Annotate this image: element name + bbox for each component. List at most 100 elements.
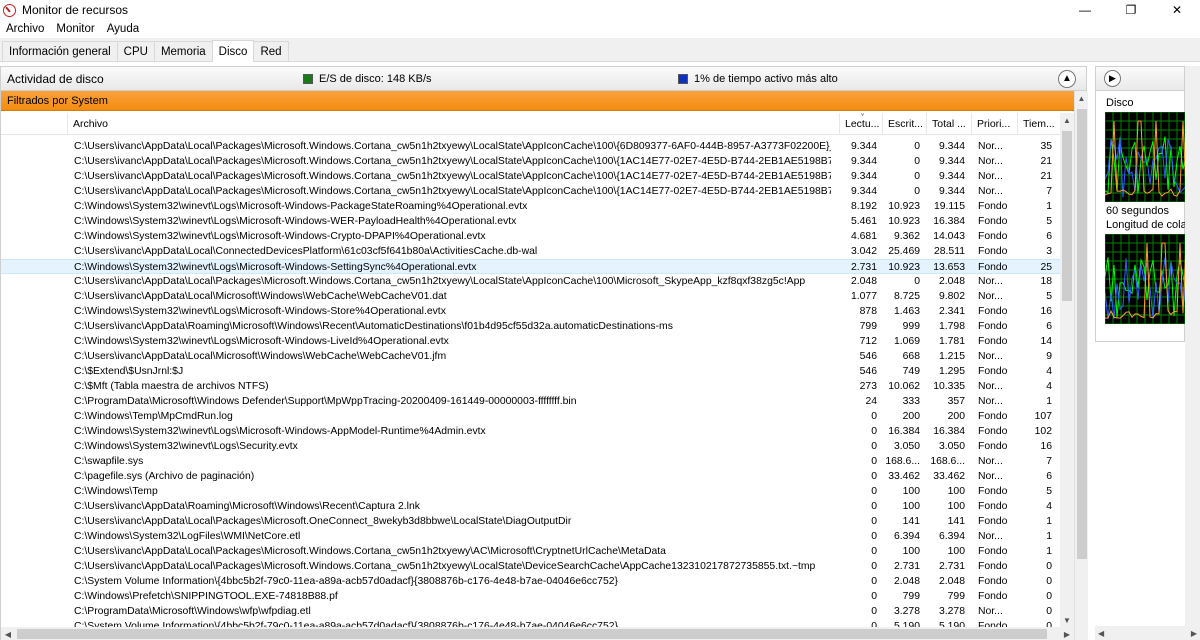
chevron-right-icon[interactable]: ▶ bbox=[1104, 70, 1121, 87]
disk-activity-header[interactable]: Actividad de disco E/S de disco: 148 KB/… bbox=[1, 67, 1086, 91]
table-row[interactable]: C:\System Volume Information\{4bbc5b2f-7… bbox=[1, 619, 1074, 627]
table-row[interactable]: C:\Windows\Temp 0 100 100 Fondo 5 bbox=[1, 484, 1074, 499]
scroll-down-icon[interactable]: ▼ bbox=[1060, 613, 1074, 627]
cell-archivo: C:\Windows\System32\winevt\Logs\Microsof… bbox=[74, 426, 486, 437]
column-lectura[interactable]: ∨ Lectu... bbox=[839, 113, 882, 135]
table-row[interactable]: C:\Users\ivanc\AppData\Local\Packages\Mi… bbox=[1, 514, 1074, 529]
table-row[interactable]: C:\Windows\System32\winevt\Logs\Microsof… bbox=[1, 304, 1074, 319]
cell-escritura: 799 bbox=[902, 591, 920, 602]
scroll-up-icon[interactable]: ▲ bbox=[1060, 113, 1074, 127]
cell-archivo: C:\Windows\System32\winevt\Logs\Microsof… bbox=[74, 231, 486, 242]
table-row[interactable]: C:\Windows\System32\winevt\Logs\Microsof… bbox=[1, 259, 1074, 274]
table-row[interactable]: C:\swapfile.sys 0 168.6... 168.6... Nor... 7 bbox=[1, 454, 1074, 469]
table-header: Archivo ∨ Lectu... Escrit... Total ... Pr… bbox=[1, 113, 1074, 135]
table-row[interactable]: C:\Windows\System32\winevt\Logs\Microsof… bbox=[1, 199, 1074, 214]
table-row[interactable]: C:\Users\ivanc\AppData\Local\Packages\Mi… bbox=[1, 154, 1074, 169]
table-row[interactable]: C:\Windows\System32\winevt\Logs\Microsof… bbox=[1, 334, 1074, 349]
column-prioridad[interactable]: Priori... bbox=[971, 113, 1017, 135]
table-row[interactable]: C:\pagefile.sys (Archivo de paginación) 0… bbox=[1, 469, 1074, 484]
active-time-swatch bbox=[678, 73, 688, 84]
cell-total: 1.781 bbox=[938, 336, 965, 347]
cell-lectura: 799 bbox=[859, 321, 877, 332]
horizontal-scroll-thumb[interactable] bbox=[17, 629, 1047, 639]
right-scroll-left-icon[interactable]: ◀ bbox=[1098, 629, 1104, 638]
cell-escritura: 9.362 bbox=[893, 231, 920, 242]
column-escritura[interactable]: Escrit... bbox=[882, 113, 926, 135]
cell-escritura: 5.190 bbox=[893, 621, 920, 627]
panel-scroll-up-icon[interactable]: ▲ bbox=[1075, 91, 1088, 105]
tab-memoria[interactable]: Memoria bbox=[153, 41, 213, 61]
column-archivo[interactable]: Archivo bbox=[67, 113, 839, 135]
table-row[interactable]: C:\Users\ivanc\AppData\Roaming\Microsoft… bbox=[1, 499, 1074, 514]
table-row[interactable]: C:\Windows\System32\LogFiles\WMI\NetCore… bbox=[1, 529, 1074, 544]
right-panel-horizontal-scrollbar[interactable]: ◀ ▶ bbox=[1095, 626, 1200, 640]
panel-vertical-scrollbar[interactable]: ▲ bbox=[1074, 91, 1088, 640]
scroll-left-icon[interactable]: ◀ bbox=[1, 627, 15, 640]
table-row[interactable]: C:\$Mft (Tabla maestra de archivos NTFS)… bbox=[1, 379, 1074, 394]
column-tiempo[interactable]: Tiem... bbox=[1017, 113, 1060, 135]
table-row[interactable]: C:\Windows\Prefetch\SNIPPINGTOOL.EXE-748… bbox=[1, 589, 1074, 604]
tab-disco[interactable]: Disco bbox=[211, 40, 255, 62]
table-row[interactable]: C:\System Volume Information\{4bbc5b2f-7… bbox=[1, 574, 1074, 589]
cell-lectura: 3.042 bbox=[850, 246, 877, 257]
disk-activity-table: Archivo ∨ Lectu... Escrit... Total ... Pr… bbox=[1, 113, 1074, 627]
cell-tiempo: 6 bbox=[1046, 231, 1052, 242]
tab-cpu[interactable]: CPU bbox=[116, 41, 155, 61]
column-checkbox[interactable] bbox=[1, 113, 67, 135]
cell-total: 1.798 bbox=[938, 321, 965, 332]
cell-archivo: C:\$Extend\$UsnJrnl:$J bbox=[74, 366, 184, 377]
chevron-up-icon[interactable]: ▲ bbox=[1058, 69, 1076, 88]
table-row[interactable]: C:\Users\ivanc\AppData\Local\Packages\Mi… bbox=[1, 274, 1074, 289]
column-total[interactable]: Total ... bbox=[926, 113, 971, 135]
table-row[interactable]: C:\Users\ivanc\AppData\Local\Microsoft\W… bbox=[1, 289, 1074, 304]
menu-monitor[interactable]: Monitor bbox=[50, 23, 100, 35]
table-row[interactable]: C:\Users\ivanc\AppData\Local\ConnectedDe… bbox=[1, 244, 1074, 259]
table-row[interactable]: C:\Windows\System32\winevt\Logs\Security… bbox=[1, 439, 1074, 454]
table-row[interactable]: C:\ProgramData\Microsoft\Windows\wfp\wfp… bbox=[1, 604, 1074, 619]
cell-lectura: 273 bbox=[859, 381, 877, 392]
cell-escritura: 33.462 bbox=[888, 471, 920, 482]
table-scroll-thumb[interactable] bbox=[1062, 131, 1072, 301]
title-bar: Monitor de recursos — ❐ ✕ bbox=[0, 0, 1200, 20]
cell-prioridad: Nor... bbox=[978, 351, 1003, 362]
table-row[interactable]: C:\Users\ivanc\AppData\Local\Packages\Mi… bbox=[1, 544, 1074, 559]
table-row[interactable]: C:\Windows\System32\winevt\Logs\Microsof… bbox=[1, 424, 1074, 439]
table-row[interactable]: C:\$Extend\$UsnJrnl:$J 546 749 1.295 Fondo 4 bbox=[1, 364, 1074, 379]
menu-archivo[interactable]: Archivo bbox=[0, 23, 50, 35]
right-scroll-right-icon[interactable]: ▶ bbox=[1191, 629, 1197, 638]
cell-lectura: 0 bbox=[871, 546, 877, 557]
table-row[interactable]: C:\Users\ivanc\AppData\Local\Packages\Mi… bbox=[1, 559, 1074, 574]
table-row[interactable]: C:\Windows\System32\winevt\Logs\Microsof… bbox=[1, 214, 1074, 229]
tab-red[interactable]: Red bbox=[253, 41, 289, 61]
cell-archivo: C:\System Volume Information\{4bbc5b2f-7… bbox=[74, 576, 618, 587]
table-row[interactable]: C:\Users\ivanc\AppData\Local\Microsoft\W… bbox=[1, 349, 1074, 364]
cell-lectura: 24 bbox=[865, 396, 877, 407]
table-row[interactable]: C:\Users\ivanc\AppData\Local\Packages\Mi… bbox=[1, 184, 1074, 199]
right-panel-scrollbar[interactable] bbox=[1185, 66, 1200, 626]
close-button[interactable]: ✕ bbox=[1154, 0, 1200, 20]
tab-bar: Información general CPU Memoria Disco Re… bbox=[0, 38, 1200, 62]
scroll-right-icon[interactable]: ▶ bbox=[1060, 627, 1074, 640]
tab-informacion-general[interactable]: Información general bbox=[2, 41, 118, 61]
cell-prioridad: Fondo bbox=[978, 262, 1008, 273]
table-row[interactable]: C:\ProgramData\Microsoft\Windows Defende… bbox=[1, 394, 1074, 409]
cell-lectura: 0 bbox=[871, 591, 877, 602]
cell-archivo: C:\Users\ivanc\AppData\Local\Packages\Mi… bbox=[74, 171, 831, 182]
minimize-button[interactable]: — bbox=[1062, 0, 1108, 20]
maximize-button[interactable]: ❐ bbox=[1108, 0, 1154, 20]
table-row[interactable]: C:\Users\ivanc\AppData\Local\Packages\Mi… bbox=[1, 169, 1074, 184]
panel-scroll-thumb[interactable] bbox=[1077, 109, 1087, 559]
table-horizontal-scrollbar[interactable]: ◀ ▶ bbox=[1, 627, 1074, 640]
table-row[interactable]: C:\Users\ivanc\AppData\Roaming\Microsoft… bbox=[1, 319, 1074, 334]
graphs-panel-header: ▶ bbox=[1096, 67, 1184, 91]
menu-ayuda[interactable]: Ayuda bbox=[101, 23, 145, 35]
table-row[interactable]: C:\Windows\System32\winevt\Logs\Microsof… bbox=[1, 229, 1074, 244]
table-vertical-scrollbar[interactable]: ▲ ▼ bbox=[1060, 113, 1074, 627]
cell-tiempo: 21 bbox=[1040, 156, 1052, 167]
table-row[interactable]: C:\Windows\Temp\MpCmdRun.log 0 200 200 Fondo… bbox=[1, 409, 1074, 424]
table-row[interactable]: C:\Users\ivanc\AppData\Local\Packages\Mi… bbox=[1, 139, 1074, 154]
cell-prioridad: Fondo bbox=[978, 411, 1008, 422]
window-controls: — ❐ ✕ bbox=[1062, 0, 1200, 20]
cell-total: 5.190 bbox=[938, 621, 965, 627]
cell-total: 9.344 bbox=[938, 186, 965, 197]
